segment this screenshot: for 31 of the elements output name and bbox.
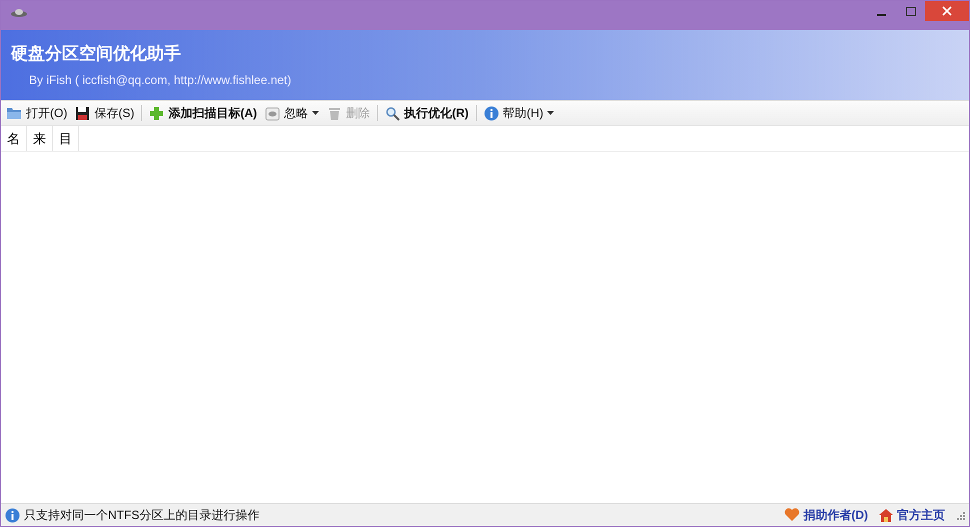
close-button[interactable] [925,1,969,21]
info-icon [484,106,499,120]
dish-icon [265,106,280,120]
author-line: By iFish ( iccfish@qq.com, http://www.fishlee.net) [29,73,292,87]
caret-icon [547,111,554,115]
toolbar-button[interactable]: 忽略 [262,102,322,124]
toolbar-button[interactable]: 添加扫描目标(A) [146,102,260,124]
column-header[interactable]: 来 [27,126,53,151]
status-link[interactable]: 官方主页 [878,506,945,524]
info-icon [5,508,20,522]
toolbar-button[interactable]: 帮助(H) [480,102,558,124]
trash-icon [327,106,342,120]
house-icon [878,508,894,522]
minimize-icon [877,14,886,16]
toolbar-button[interactable]: 保存(S) [72,102,138,124]
column-header[interactable]: 目 [53,126,79,151]
search-icon [385,106,400,120]
folder-icon [6,106,22,120]
maximize-icon [906,6,916,16]
status-message: 只支持对同一个NTFS分区上的目录进行操作 [24,506,260,524]
caret-icon [312,111,319,115]
resize-grip-icon [955,510,965,520]
heart-icon [784,508,800,522]
status-link[interactable]: 捐助作者(D) [784,506,868,524]
close-icon [942,6,952,16]
plus-icon [149,106,164,120]
app-title: 硬盘分区空间优化助手 [11,43,181,65]
toolbar-button[interactable]: 打开(O) [3,102,70,124]
app-icon [10,7,28,19]
toolbar-button[interactable]: 执行优化(R) [382,102,472,124]
column-header[interactable]: 名 [1,126,27,151]
